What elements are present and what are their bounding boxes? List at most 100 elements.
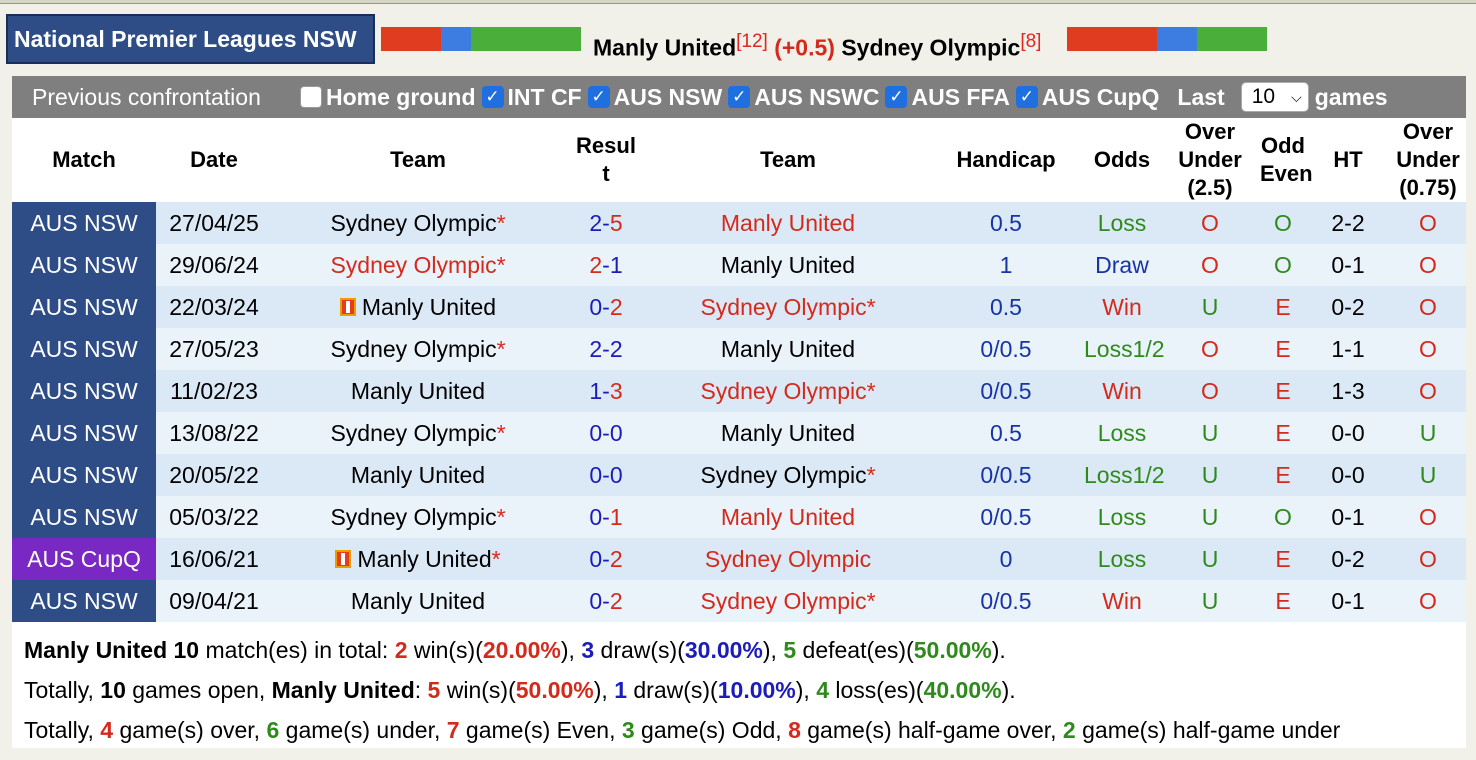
summary-line-1: Manly United 10 match(es) in total: 2 wi… [24,637,1006,663]
match-score[interactable]: 0-2 [564,286,648,328]
match-date: 13/08/22 [156,412,272,454]
match-score[interactable]: 2-2 [564,328,648,370]
league-badge[interactable]: AUS CupQ [12,538,156,580]
over-under-cell: O [1160,202,1260,244]
filter-int-cf[interactable]: ✓ INT CF [481,84,582,111]
half-time-score: 0-1 [1306,244,1390,286]
checkbox-int-cf[interactable]: ✓ [481,86,504,108]
odds-result: Loss [1084,202,1160,244]
home-team[interactable]: Manly United [272,370,564,412]
match-date: 27/04/25 [156,202,272,244]
match-score[interactable]: 0-0 [564,454,648,496]
half-time-score: 0-1 [1306,580,1390,622]
odds-result: Loss1/2 [1084,454,1165,496]
checkbox-aus-cupq[interactable]: ✓ [1015,86,1038,108]
home-team-name[interactable]: Manly United [593,35,736,61]
league-badge[interactable]: AUS NSW [12,496,156,538]
league-badge[interactable]: AUS NSW [12,202,156,244]
summary: Manly United 10 match(es) in total: 2 wi… [12,622,1466,750]
away-team[interactable]: Manly United [648,202,928,244]
table-row: AUS NSW 05/03/22 Sydney Olympic* 0-1 Manly U… [12,496,1466,538]
match-score[interactable]: 2-1 [564,244,648,286]
table-row: AUS CupQ 16/06/21 Manly United* 0-2 Sydney O… [12,538,1466,580]
home-team[interactable]: Sydney Olympic* [272,412,564,454]
filter-aus-cupq[interactable]: ✓ AUS CupQ [1015,84,1159,111]
away-team[interactable]: Sydney Olympic* [648,370,928,412]
filter-bar: Previous confrontation Home ground ✓ INT … [12,76,1466,118]
league-badge[interactable]: AUS NSW [12,580,156,622]
over-under-cell: O [1160,328,1260,370]
table-row: AUS NSW 29/06/24 Sydney Olympic* 2-1 Manly U… [12,244,1466,286]
summary-line-3: Totally, 4 game(s) over, 6 game(s) under… [24,717,1341,743]
handicap-value: (+0.5) [774,34,835,61]
home-team[interactable]: Manly United [272,286,564,328]
away-team[interactable]: Manly United [648,244,928,286]
handicap-cell: 1 [928,244,1084,286]
match-date: 09/04/21 [156,580,272,622]
col-match: Match [52,147,116,172]
league-badge[interactable]: AUS NSW [12,370,156,412]
away-team[interactable]: Sydney Olympic* [648,580,928,622]
handicap-cell: 0 [928,538,1084,580]
table-row: AUS NSW 27/04/25 Sydney Olympic* 2-5 Manly U… [12,202,1466,244]
home-team[interactable]: Sydney Olympic* [272,244,564,286]
away-team[interactable]: Manly United [648,496,928,538]
away-team[interactable]: Sydney Olympic* [648,286,928,328]
over-under-075-cell: O [1390,286,1466,328]
checkbox-aus-nsw[interactable]: ✓ [587,86,610,108]
odd-even-cell: E [1260,580,1306,622]
home-team[interactable]: Manly United* [272,538,564,580]
away-team[interactable]: Manly United [648,412,928,454]
home-team[interactable]: Manly United [272,580,564,622]
match-score[interactable]: 0-2 [564,580,648,622]
away-team[interactable]: Sydney Olympic [648,538,928,580]
away-team-name[interactable]: Sydney Olympic [841,35,1020,61]
league-badge[interactable]: AUS NSW [12,286,156,328]
section-title: Previous confrontation [32,83,261,110]
filter-home-ground[interactable]: Home ground [300,84,476,111]
odds-result: Loss1/2 [1084,328,1165,370]
checkbox-home-ground[interactable] [300,86,322,108]
away-team[interactable]: Sydney Olympic* [648,454,928,496]
match-score[interactable]: 1-3 [564,370,648,412]
league-badge[interactable]: AUS NSW [12,244,156,286]
checkbox-aus-nswc[interactable]: ✓ [728,86,751,108]
match-score[interactable]: 2-5 [564,202,648,244]
half-time-score: 0-1 [1306,496,1390,538]
table-row: AUS NSW 09/04/21 Manly United 0-2 Sydney Oly… [12,580,1466,622]
half-time-score: 1-3 [1306,370,1390,412]
filter-aus-nsw[interactable]: ✓ AUS NSW [587,84,722,111]
league-badge[interactable]: AUS NSW [12,328,156,370]
handicap-cell: 0/0.5 [928,496,1084,538]
odd-even-cell: E [1260,538,1306,580]
last-games-select[interactable]: 10 ⌵ [1240,82,1309,112]
home-team[interactable]: Sydney Olympic* [272,328,564,370]
league-badge[interactable]: AUS NSW [12,454,156,496]
match-date: 16/06/21 [156,538,272,580]
handicap-cell: 0.5 [928,286,1084,328]
filter-aus-nswc[interactable]: ✓ AUS NSWC [728,84,879,111]
confrontation-panel: Previous confrontation Home ground ✓ INT … [12,76,1466,748]
away-form-bar [1067,27,1267,51]
match-date: 22/03/24 [156,286,272,328]
match-score[interactable]: 0-1 [564,496,648,538]
filter-aus-ffa[interactable]: ✓ AUS FFA [885,84,1010,111]
home-team[interactable]: Sydney Olympic* [272,202,564,244]
games-label: games [1314,83,1388,110]
home-team[interactable]: Manly United [272,454,564,496]
confrontation-table: Match Date Team Resul t Team Handicap Odd… [12,118,1466,622]
over-under-075-cell: O [1390,370,1466,412]
odd-even-cell: E [1260,454,1306,496]
over-under-075-cell: O [1390,496,1466,538]
match-score[interactable]: 0-2 [564,538,648,580]
checkbox-aus-ffa[interactable]: ✓ [885,86,908,108]
odd-even-cell: O [1260,244,1306,286]
away-team[interactable]: Manly United [648,328,928,370]
home-team[interactable]: Sydney Olympic* [272,496,564,538]
over-under-075-cell: U [1390,454,1466,496]
over-under-cell: U [1160,454,1260,496]
match-score[interactable]: 0-0 [564,412,648,454]
over-under-cell: U [1160,496,1260,538]
league-badge[interactable]: AUS NSW [12,412,156,454]
over-under-075-cell: O [1390,538,1466,580]
